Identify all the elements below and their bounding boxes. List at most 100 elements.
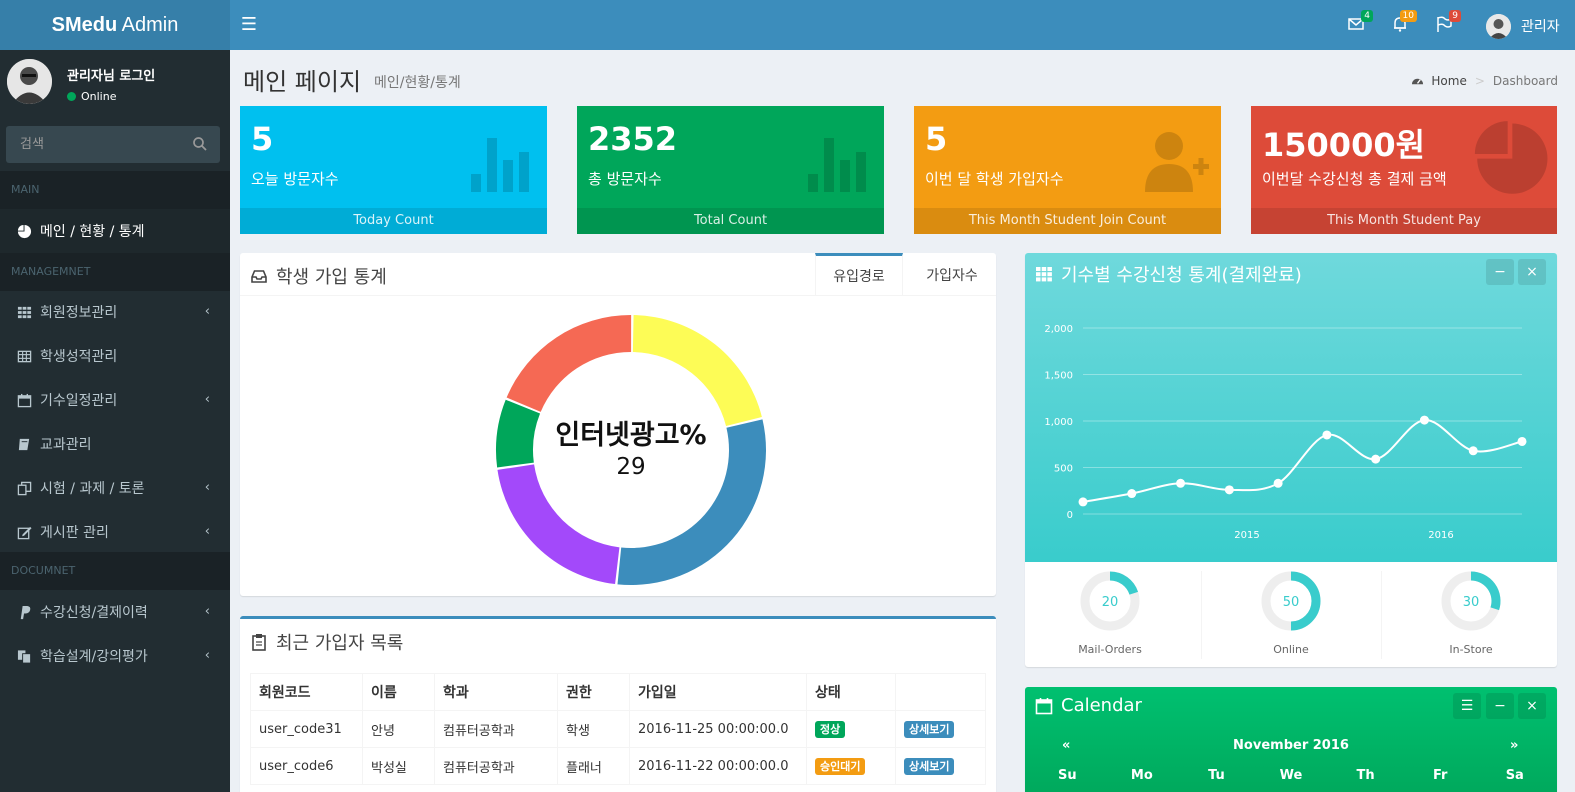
search-icon[interactable] [192,136,208,152]
detail-button[interactable]: 상세보기 [904,720,955,738]
col-header [895,673,986,711]
weekday-label: Fr [1432,768,1448,783]
data-point[interactable] [1371,454,1381,464]
stat-footer-link[interactable]: This Month Student Pay [1251,208,1557,234]
sidebar-item-label: 교과관리 [40,437,92,453]
donut-segment-green[interactable] [496,399,541,468]
sidebar-item-curriculum[interactable]: 교과관리 [0,422,230,466]
sidebar-toggle-button[interactable]: ☰ [238,14,260,36]
weekday-label: Th [1356,768,1375,783]
sidebar-item-cohort-schedule[interactable]: 기수일정관리 ‹ [0,378,230,422]
sidebar-item-label: 기수일정관리 [40,393,118,409]
section-management-header: MANAGEMNET [0,253,230,291]
app-logo[interactable]: SMedu Admin [0,0,230,50]
paypal-icon [16,604,32,620]
stat-footer-link[interactable]: Today Count [240,208,547,234]
data-point[interactable] [1468,446,1478,456]
stat-label: 총 방문자수 [588,170,662,188]
data-point[interactable] [1322,430,1332,440]
tab-signup-count[interactable]: 가입자수 [908,253,996,295]
status-badge: 승인대기 [815,757,866,775]
donut-segment-purple[interactable] [497,464,620,585]
sidebar-item-exam-assignment[interactable]: 시험 / 과제 / 토론 ‹ [0,466,230,510]
section-document-header: DOCUMNET [0,552,230,590]
sidebar-item-label: 학생성적관리 [40,349,118,365]
course-line-chart: 2,000 1,500 1,000 500 0 2015 2016 [1044,324,1527,541]
col-header: 이름 [362,673,435,711]
calendar-month-switch[interactable]: November 2016 [1205,738,1377,753]
sidebar-item-board-manage[interactable]: 게시판 관리 ‹ [0,510,230,554]
donut-segment-yellow[interactable] [632,315,762,427]
messages-button[interactable]: 4 [1347,10,1373,35]
knob-charts: 20 Mail-Orders 50 Online 30 In-Store [1078,571,1501,656]
tasks-button[interactable]: 9 [1435,10,1461,35]
sidebar-item-learning-design[interactable]: 학습설계/강의평가 ‹ [0,634,230,678]
data-point[interactable] [1078,497,1088,507]
sidebar: 관리자님 로그인 Online MAIN 메인 / 현황 / 통계 MANAGE… [0,50,230,792]
data-point[interactable] [1127,489,1137,499]
page-title: 메인 페이지 [243,68,362,96]
notifications-button[interactable]: 10 [1391,10,1417,35]
cell-role: 플래너 [557,747,630,785]
y-tick-label: 500 [1054,464,1073,475]
minimize-button[interactable]: − [1486,693,1514,719]
box-title: 기수별 수강신청 통계(결제완료) [1035,261,1302,287]
signup-stats-box: 학생 가입 통계 유입경로 가입자수 인터넷광고% 29 [240,253,996,596]
sidebar-item-member-info[interactable]: 회원정보관리 ‹ [0,290,230,334]
course-stats-box: 기수별 수강신청 통계(결제완료) − × 2,000 1,500 1,000 500… [1025,253,1557,667]
weekday-label: We [1279,768,1303,783]
user-plus-icon [1145,132,1209,192]
col-header: 학과 [434,673,558,711]
stat-footer-link[interactable]: Total Count [577,208,884,234]
files-icon [16,648,32,664]
cell-code: user_code6 [250,747,363,785]
calendar-next-button[interactable]: » [1510,738,1518,753]
stat-footer-link[interactable]: This Month Student Join Count [914,208,1221,234]
calendar-menu-button[interactable]: ☰ [1453,693,1481,719]
knob-label: In-Store [1449,643,1492,656]
sidebar-item-label: 수강신청/결제이력 [40,605,148,621]
breadcrumb-separator: > [1474,74,1485,88]
detail-button[interactable]: 상세보기 [904,757,955,775]
sidebar-item-student-grades[interactable]: 학생성적관리 [0,334,230,378]
y-tick-label: 1,000 [1044,417,1073,428]
data-point[interactable] [1273,478,1283,488]
sidebar-item-enrollment-payment[interactable]: 수강신청/결제이력 ‹ [0,590,230,634]
breadcrumb-current: Dashboard [1492,74,1558,88]
donut-segment-red[interactable] [506,315,632,412]
stat-box-today: 5 오늘 방문자수 Today Count [240,106,547,234]
pie-chart-icon [16,223,32,239]
tab-inflow-path[interactable]: 유입경로 [815,253,903,295]
knob-fill [1109,571,1139,595]
page-subtitle: 메인/현황/통계 [374,75,461,91]
cell-date: 2016-11-25 00:00:00.0 [629,710,807,748]
donut-center: 인터넷광고% 29 [536,413,726,480]
chevron-left-icon: ‹ [204,524,210,539]
recent-signups-table: 회원코드 이름 학과 권한 가입일 상태 user_code31 안녕 컴퓨터공… [250,673,986,785]
weekday-label: Tu [1208,768,1225,783]
sidebar-item-main-stats[interactable]: 메인 / 현황 / 통계 [0,209,230,253]
breadcrumb: Home > Dashboard [1411,74,1558,88]
data-point[interactable] [1224,485,1234,495]
minimize-button[interactable]: − [1486,259,1514,285]
calendar-prev-button[interactable]: « [1062,738,1070,753]
cell-dept: 컴퓨터공학과 [434,710,558,748]
user-menu[interactable]: 관리자 [1486,13,1560,39]
bar-chart-icon [808,138,866,192]
status-badge: 정상 [815,720,846,738]
donut-center-value: 29 [616,454,646,480]
data-point[interactable] [1176,478,1186,488]
breadcrumb-home-link[interactable]: Home [1431,74,1466,88]
chevron-left-icon: ‹ [204,480,210,495]
close-button[interactable]: × [1518,693,1546,719]
close-button[interactable]: × [1518,259,1546,285]
data-point[interactable] [1419,415,1429,425]
series-line [1082,419,1523,503]
cell-action: 상세보기 [895,747,986,785]
cell-action: 상세보기 [895,710,986,748]
sidebar-search-input[interactable] [6,126,181,163]
stat-box-month-join: 5 이번 달 학생 가입자수 This Month Student Join C… [914,106,1221,234]
x-tick-label: 2015 [1234,530,1259,541]
data-point[interactable] [1517,436,1527,446]
col-header: 가입일 [629,673,807,711]
